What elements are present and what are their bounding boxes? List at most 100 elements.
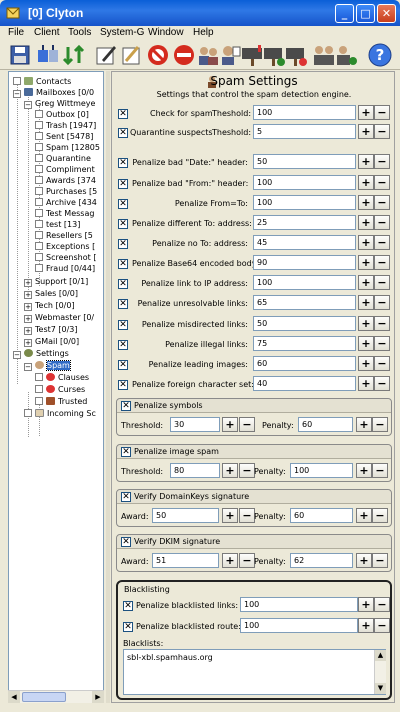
mailbox-add-icon[interactable] xyxy=(262,43,286,67)
penalty-checkbox[interactable]: ✕ xyxy=(118,340,128,350)
image-spam-penalty-field[interactable]: 100 xyxy=(290,463,353,478)
user-add-icon[interactable] xyxy=(334,43,358,67)
tree-folder[interactable]: Compliment xyxy=(35,164,95,175)
tree-settings[interactable]: − Settings xyxy=(13,348,69,359)
check-for-spam-threshold-field[interactable]: 100 xyxy=(253,105,356,120)
quarantine-threshold-field[interactable]: 5 xyxy=(253,124,356,139)
decrement-button[interactable]: − xyxy=(239,553,255,568)
dkim-checkbox[interactable]: ✕ xyxy=(121,537,131,547)
scroll-left-arrow-icon[interactable]: ◀ xyxy=(8,691,20,703)
close-button[interactable]: ✕ xyxy=(377,4,396,23)
decrement-button[interactable]: − xyxy=(239,463,255,478)
increment-button[interactable]: + xyxy=(358,215,374,230)
penalty-checkbox[interactable]: ✕ xyxy=(118,380,128,390)
menu-window[interactable]: Window xyxy=(148,27,184,38)
penalty-field[interactable]: 25 xyxy=(253,215,356,230)
increment-button[interactable]: + xyxy=(222,417,238,432)
domainkeys-penalty-field[interactable]: 60 xyxy=(290,508,353,523)
domainkeys-checkbox[interactable]: ✕ xyxy=(121,492,131,502)
tree-group[interactable]: + GMail [0/0] xyxy=(24,336,79,347)
tree-group[interactable]: + Support [0/1] xyxy=(24,276,88,287)
decrement-button[interactable]: − xyxy=(374,336,390,351)
mailbox-icon[interactable] xyxy=(240,43,264,67)
increment-button[interactable]: + xyxy=(358,295,374,310)
decrement-button[interactable]: − xyxy=(374,175,390,190)
penalty-checkbox[interactable]: ✕ xyxy=(118,158,128,168)
decrement-button[interactable]: − xyxy=(372,463,388,478)
penalty-field[interactable]: 40 xyxy=(253,376,356,391)
tree-folder[interactable]: Sent [5478] xyxy=(35,131,93,142)
penalty-checkbox[interactable]: ✕ xyxy=(118,360,128,370)
menu-file[interactable]: File xyxy=(8,27,24,38)
tree-group[interactable]: + Sales [0/0] xyxy=(24,288,78,299)
decrement-button[interactable]: − xyxy=(372,553,388,568)
compose-icon[interactable] xyxy=(94,43,118,67)
decrement-button[interactable]: − xyxy=(374,316,390,331)
decrement-button[interactable]: − xyxy=(374,235,390,250)
increment-button[interactable]: + xyxy=(358,597,374,612)
increment-button[interactable]: + xyxy=(358,255,374,270)
tree-spam-trusted[interactable]: Trusted xyxy=(35,396,87,407)
increment-button[interactable]: + xyxy=(358,154,374,169)
increment-button[interactable]: + xyxy=(356,508,372,523)
penalty-checkbox[interactable]: ✕ xyxy=(118,199,128,209)
penalty-checkbox[interactable]: ✕ xyxy=(118,219,128,229)
save-icon[interactable] xyxy=(8,43,32,67)
domainkeys-award-field[interactable]: 50 xyxy=(152,508,219,523)
tree-folder[interactable]: Fraud [0/44] xyxy=(35,263,95,274)
image-spam-checkbox[interactable]: ✕ xyxy=(121,447,131,457)
penalty-field[interactable]: 50 xyxy=(253,316,356,331)
scroll-up-arrow-icon[interactable]: ▲ xyxy=(375,650,386,661)
decrement-button[interactable]: − xyxy=(374,597,390,612)
penalty-checkbox[interactable]: ✕ xyxy=(118,279,128,289)
pane-splitter[interactable] xyxy=(106,71,110,703)
increment-button[interactable]: + xyxy=(356,417,372,432)
menu-tools[interactable]: Tools xyxy=(68,27,91,38)
tree-folder[interactable]: Outbox [0] xyxy=(35,109,89,120)
penalty-checkbox[interactable]: ✕ xyxy=(118,299,128,309)
increment-button[interactable]: + xyxy=(222,553,238,568)
tree-incoming[interactable]: Incoming Sc xyxy=(24,408,96,419)
contacts-icon[interactable] xyxy=(218,43,242,67)
tree-group[interactable]: + Tech [0/0] xyxy=(24,300,75,311)
scroll-thumb[interactable] xyxy=(22,692,66,702)
maximize-button[interactable]: □ xyxy=(356,4,375,23)
tree-spam[interactable]: − Spam xyxy=(24,360,71,371)
symbols-threshold-field[interactable]: 30 xyxy=(170,417,220,432)
stop-spam-alt-icon[interactable] xyxy=(172,43,196,67)
increment-button[interactable]: + xyxy=(358,618,374,633)
accounts-icon[interactable] xyxy=(196,43,220,67)
penalty-checkbox[interactable]: ✕ xyxy=(118,320,128,330)
dkim-penalty-field[interactable]: 62 xyxy=(290,553,353,568)
decrement-button[interactable]: − xyxy=(374,618,390,633)
penalty-field[interactable]: 100 xyxy=(253,195,356,210)
increment-button[interactable]: + xyxy=(358,175,374,190)
decrement-button[interactable]: − xyxy=(374,295,390,310)
help-icon[interactable]: ? xyxy=(368,43,392,67)
decrement-button[interactable]: − xyxy=(374,275,390,290)
decrement-button[interactable]: − xyxy=(374,124,390,139)
switch-icon[interactable] xyxy=(62,43,86,67)
blacklisted-route-field[interactable]: 100 xyxy=(240,618,358,633)
blacklists-textarea[interactable]: sbl-xbl.spamhaus.org xyxy=(123,649,386,695)
increment-button[interactable]: + xyxy=(358,124,374,139)
image-spam-threshold-field[interactable]: 80 xyxy=(170,463,220,478)
increment-button[interactable]: + xyxy=(358,376,374,391)
dkim-award-field[interactable]: 51 xyxy=(152,553,219,568)
decrement-button[interactable]: − xyxy=(239,417,255,432)
decrement-button[interactable]: − xyxy=(374,215,390,230)
tree-spam-curses[interactable]: Curses xyxy=(35,384,85,395)
scroll-down-arrow-icon[interactable]: ▼ xyxy=(375,683,386,694)
tree-group[interactable]: + Webmaster [0/ xyxy=(24,312,94,323)
penalty-field[interactable]: 50 xyxy=(253,154,356,169)
penalty-field[interactable]: 45 xyxy=(253,235,356,250)
increment-button[interactable]: + xyxy=(222,508,238,523)
increment-button[interactable]: + xyxy=(358,356,374,371)
increment-button[interactable]: + xyxy=(358,316,374,331)
penalty-checkbox[interactable]: ✕ xyxy=(118,259,128,269)
scroll-right-arrow-icon[interactable]: ▶ xyxy=(92,691,104,703)
blacklists-scrollbar[interactable]: ▲ ▼ xyxy=(374,650,386,694)
tree-group[interactable]: + Test7 [0/3] xyxy=(24,324,78,335)
decrement-button[interactable]: − xyxy=(374,376,390,391)
increment-button[interactable]: + xyxy=(222,463,238,478)
